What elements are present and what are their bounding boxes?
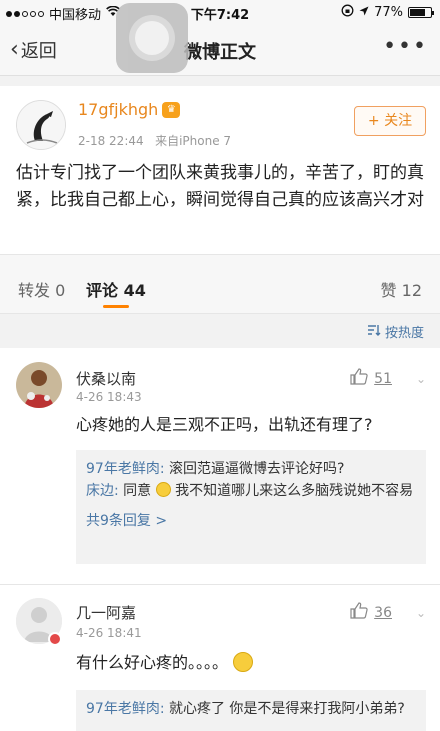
comment-like-button[interactable]: 51 xyxy=(350,368,392,389)
orientation-lock-icon xyxy=(341,4,354,21)
navigation-bar: ‹ 返回 微博正文 ••• xyxy=(0,24,440,76)
battery-percent: 77% xyxy=(374,5,403,20)
tab-repost[interactable]: 转发 0 xyxy=(18,277,65,301)
thumbs-up-icon xyxy=(350,602,368,623)
sort-bar: 按热度 xyxy=(0,314,440,348)
commenter-avatar[interactable] xyxy=(16,362,62,408)
comment-time: 4-26 18:41 xyxy=(76,626,142,640)
comment-like-button[interactable]: 36 xyxy=(350,602,392,623)
chevron-down-icon[interactable]: ⌄ xyxy=(416,372,426,386)
sort-icon xyxy=(367,324,381,340)
reply-author[interactable]: 97年老鲜肉: xyxy=(86,461,165,477)
divider xyxy=(0,584,440,585)
reply-item: 97年老鲜肉: 滚回范逼逼微博去评论好吗? xyxy=(86,458,416,480)
reply-text: 我不知道哪儿来这么多脑残说她不容易 xyxy=(175,483,414,499)
active-tab-indicator xyxy=(103,305,129,308)
comment-time: 4-26 18:43 xyxy=(76,390,142,404)
post-time: 2-18 22:44 xyxy=(78,134,144,148)
more-replies-link[interactable]: 共9条回复 > xyxy=(86,510,416,532)
comment-list: 伏桑以南 4-26 18:43 51 ⌄ 心疼她的人是三观不正吗，出轨还有理了?… xyxy=(0,348,440,731)
smiley-emoji-icon xyxy=(155,482,171,497)
reply-item: 床边: 同意 我不知道哪儿来这么多脑残说她不容易 xyxy=(86,480,416,502)
tab-comments[interactable]: 评论 44 xyxy=(86,277,146,301)
follow-button[interactable]: + 关注 xyxy=(354,106,426,136)
assistive-touch-button[interactable] xyxy=(116,3,188,73)
post-meta: 2-18 22:44 来自iPhone 7 xyxy=(78,132,231,149)
commenter-name[interactable]: 伏桑以南 xyxy=(76,368,136,389)
like-count: 36 xyxy=(374,604,392,621)
post-source: 来自iPhone 7 xyxy=(155,134,232,148)
post-tabs: 转发 0 评论 44 赞 12 xyxy=(0,254,440,314)
thumbs-up-icon xyxy=(350,368,368,389)
post-card: 17gfjkhgh ♛ 2-18 22:44 来自iPhone 7 + 关注 估… xyxy=(0,86,440,254)
battery-icon xyxy=(408,7,434,18)
commenter-name[interactable]: 几一阿嘉 xyxy=(76,602,136,623)
reply-text: 同意 xyxy=(123,483,152,499)
more-options-button[interactable]: ••• xyxy=(383,34,428,59)
reply-text: 就心疼了 你是不是得来打我阿小弟弟? xyxy=(168,701,405,717)
smiley-emoji-icon xyxy=(233,652,254,672)
post-author-name[interactable]: 17gfjkhgh ♛ xyxy=(78,100,181,119)
reply-item: 97年老鲜肉: 就心疼了 你是不是得来打我阿小弟弟? xyxy=(86,698,416,720)
sort-label: 按热度 xyxy=(384,326,424,341)
reply-box[interactable]: 97年老鲜肉: 就心疼了 你是不是得来打我阿小弟弟? xyxy=(76,690,426,731)
reply-author[interactable]: 床边: xyxy=(86,483,119,499)
sort-by-hot-button[interactable]: 按热度 xyxy=(367,322,424,341)
post-author-avatar[interactable] xyxy=(16,100,66,150)
comment-text: 有什么好心疼的。。。。 xyxy=(76,652,426,674)
like-count: 51 xyxy=(374,370,392,387)
reply-box[interactable]: 97年老鲜肉: 滚回范逼逼微博去评论好吗? 床边: 同意 我不知道哪儿来这么多脑… xyxy=(76,450,426,564)
status-bar: 中国移动 下午7:42 77% xyxy=(0,0,440,24)
vip-crown-icon: ♛ xyxy=(162,101,181,118)
verified-badge-icon xyxy=(48,632,62,646)
reply-text: 滚回范逼逼微博去评论好吗? xyxy=(168,461,345,477)
comment-text: 心疼她的人是三观不正吗，出轨还有理了? xyxy=(76,415,373,434)
reply-author[interactable]: 97年老鲜肉: xyxy=(86,701,165,717)
page-title: 微博正文 xyxy=(184,42,256,63)
tab-likes[interactable]: 赞 12 xyxy=(381,277,422,301)
location-icon xyxy=(359,5,369,20)
post-content: 估计专门找了一个团队来黄我事儿的，辛苦了，盯的真紧，比我自己都上心，瞬间觉得自己… xyxy=(16,163,424,210)
chevron-down-icon[interactable]: ⌄ xyxy=(416,606,426,620)
